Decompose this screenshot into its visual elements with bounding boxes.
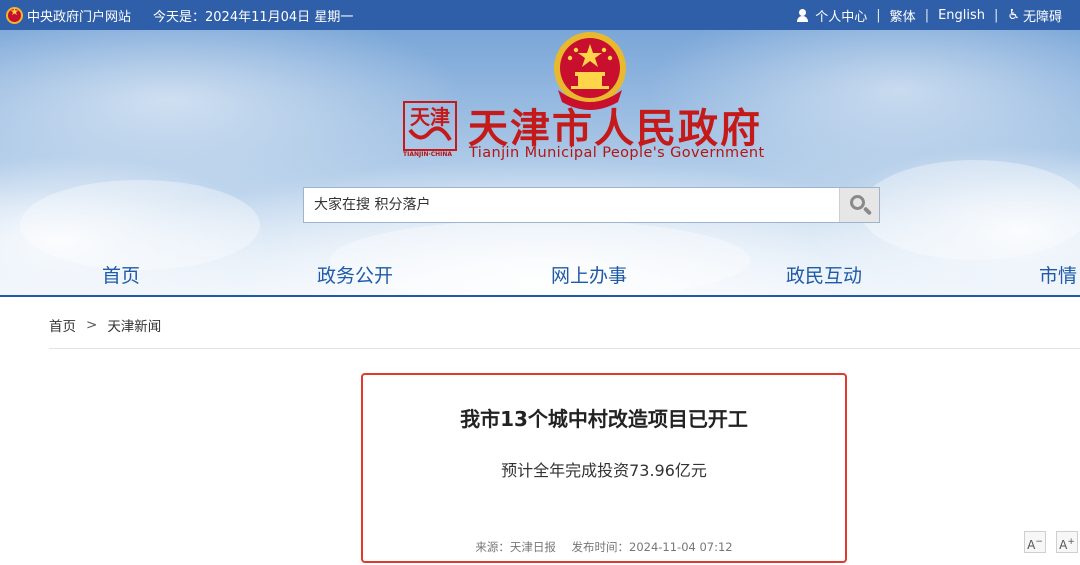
logo-caption: TIANJIN·CHINA	[403, 151, 453, 158]
traditional-chinese-link[interactable]: 繁体	[890, 6, 916, 25]
nav-item-interaction[interactable]: 政民互动	[786, 261, 862, 288]
font-decrease-button[interactable]: A−	[1024, 531, 1046, 553]
nav-divider	[0, 295, 1080, 297]
current-date: 今天是：2024年11月04日 星期一	[153, 9, 354, 25]
breadcrumb: 首页 > 天津新闻	[49, 315, 161, 335]
article-subtitle: 预计全年完成投资73.96亿元	[501, 461, 707, 480]
svg-text:天津: 天津	[410, 105, 450, 129]
header-banner: 天津 TIANJIN·CHINA 天津市人民政府 Tianjin Municip…	[0, 30, 1080, 300]
personal-center-link[interactable]: 个人中心	[815, 6, 867, 25]
search-bar	[303, 187, 880, 223]
nav-item-home[interactable]: 首页	[102, 261, 140, 288]
nav-item-city-info[interactable]: 市情	[1039, 261, 1077, 288]
top-bar: 中央政府门户网站 今天是：2024年11月04日 星期一 个人中心 | 繁体 |…	[0, 0, 1080, 30]
search-button[interactable]	[839, 188, 879, 222]
divider: |	[994, 7, 999, 23]
accessibility-icon: ♿	[1007, 7, 1020, 23]
site-subtitle: Tianjin Municipal People's Government	[469, 145, 765, 161]
main-nav: 首页 政务公开 网上办事 政民互动 市情	[0, 257, 1080, 296]
top-bar-right: 个人中心 | 繁体 | English | ♿ 无障碍	[796, 0, 1062, 30]
breadcrumb-divider	[49, 348, 1080, 349]
accessibility-link[interactable]: 无障碍	[1023, 6, 1062, 25]
central-government-portal-link[interactable]: 中央政府门户网站	[27, 6, 131, 25]
english-link[interactable]: English	[938, 8, 985, 23]
article-header-highlight: 我市13个城中村改造项目已开工 预计全年完成投资73.96亿元 来源：天津日报 …	[361, 373, 847, 563]
cloud-decoration	[860, 160, 1080, 260]
breadcrumb-home[interactable]: 首页	[49, 315, 76, 335]
nav-item-online-services[interactable]: 网上办事	[551, 261, 627, 288]
article-publish-time: 发布时间：2024-11-04 07:12	[571, 540, 733, 554]
divider: |	[924, 7, 930, 23]
search-icon-handle	[862, 206, 873, 216]
font-increase-button[interactable]: A+	[1056, 531, 1078, 553]
article-source: 来源：天津日报	[475, 540, 556, 554]
breadcrumb-current[interactable]: 天津新闻	[107, 315, 161, 335]
article-title: 我市13个城中村改造项目已开工	[460, 407, 748, 431]
national-emblem-icon	[6, 6, 23, 24]
font-decrease-mark: −	[1035, 537, 1043, 547]
search-input[interactable]	[304, 188, 839, 222]
top-bar-left: 中央政府门户网站 今天是：2024年11月04日 星期一	[6, 0, 353, 30]
user-icon	[796, 8, 809, 22]
nav-item-government-affairs[interactable]: 政务公开	[317, 261, 393, 288]
divider: |	[876, 7, 881, 23]
breadcrumb-separator: >	[86, 317, 98, 333]
font-increase-mark: +	[1067, 537, 1075, 547]
article-meta: 来源：天津日报 发布时间：2024-11-04 07:12	[363, 539, 845, 555]
